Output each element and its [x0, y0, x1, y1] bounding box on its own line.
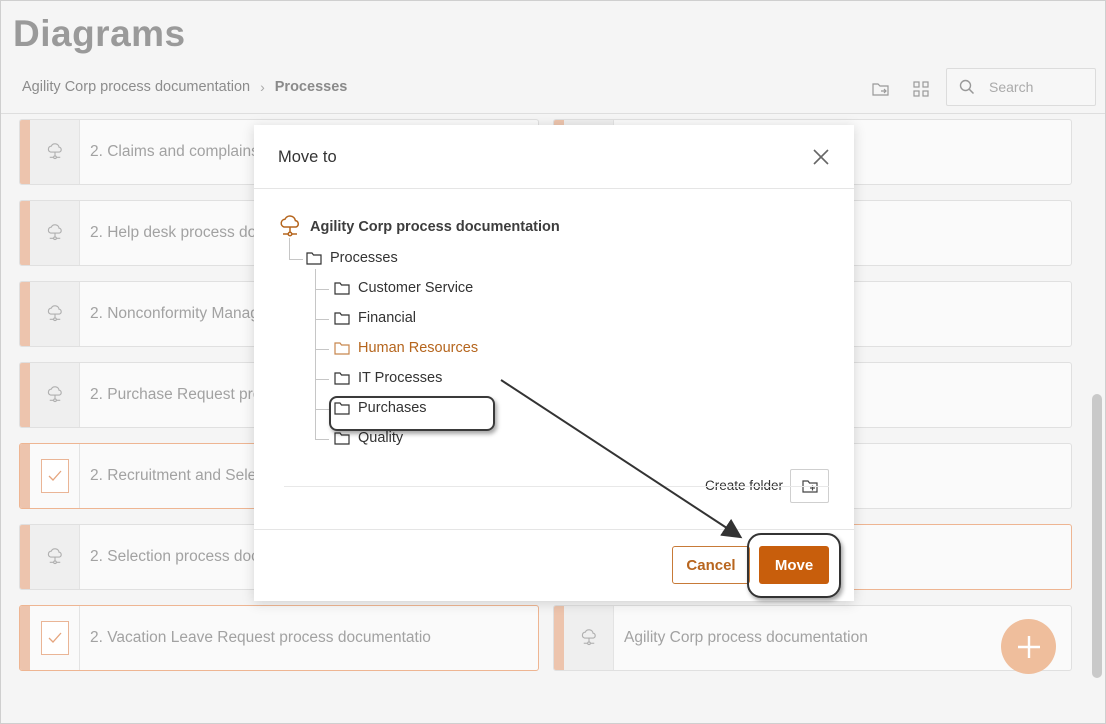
- move-to-dialog: Move to Agility Corp process documentati…: [254, 125, 854, 601]
- card-checkbox[interactable]: [40, 459, 69, 493]
- divider: [284, 486, 829, 487]
- cloud-network-icon: [47, 305, 62, 322]
- tree-connector: [315, 319, 329, 320]
- card-stripe: [20, 201, 30, 265]
- cancel-button[interactable]: Cancel: [672, 546, 750, 584]
- plus-icon: [1017, 635, 1040, 658]
- search-input[interactable]: [989, 79, 1079, 95]
- card-stripe: [20, 606, 30, 670]
- tree-folder-label: Customer Service: [358, 280, 474, 296]
- card-icon-box: [30, 363, 80, 427]
- check-icon: [48, 632, 61, 643]
- diagram-card-title: 2. Vacation Leave Request process docume…: [90, 629, 431, 646]
- tree-connector: [315, 289, 329, 290]
- close-button[interactable]: [811, 147, 831, 167]
- tree-folder-quality[interactable]: Quality: [334, 430, 403, 446]
- card-icon-box: [30, 444, 80, 508]
- folder-icon: [334, 282, 350, 295]
- dialog-header: Move to: [254, 125, 854, 189]
- card-stripe: [20, 525, 30, 589]
- grid-icon: [913, 81, 929, 97]
- breadcrumb: Agility Corp process documentation › Pro…: [22, 79, 347, 95]
- folder-move-icon: [872, 83, 889, 96]
- diagram-card[interactable]: Agility Corp process documentation: [553, 605, 1072, 671]
- card-stripe: [20, 120, 30, 184]
- breadcrumb-root[interactable]: Agility Corp process documentation: [22, 79, 250, 95]
- breadcrumb-current: Processes: [274, 79, 348, 95]
- tree-connector: [315, 349, 329, 350]
- tree-folder-financial[interactable]: Financial: [334, 310, 416, 326]
- tree-folder-processes[interactable]: Processes: [306, 250, 398, 266]
- folder-icon: [334, 372, 350, 385]
- tree-connector: [315, 409, 329, 410]
- card-icon-box: [30, 120, 80, 184]
- card-icon-box: [30, 282, 80, 346]
- folder-icon: [334, 312, 350, 325]
- card-icon-box: [564, 606, 614, 670]
- card-icon-box: [30, 201, 80, 265]
- chevron-right-icon: ›: [260, 79, 265, 95]
- diagram-card-title: Agility Corp process documentation: [624, 629, 868, 646]
- tree-connector: [289, 259, 303, 260]
- cloud-network-icon: [47, 224, 62, 241]
- diagram-card[interactable]: 2. Vacation Leave Request process docume…: [19, 605, 539, 671]
- add-diagram-button[interactable]: [1001, 619, 1056, 674]
- card-stripe: [20, 444, 30, 508]
- tree-root[interactable]: Agility Corp process documentation: [278, 215, 560, 239]
- tree-connector: [315, 439, 329, 440]
- folder-icon: [334, 432, 350, 445]
- card-stripe: [554, 606, 564, 670]
- tree-folder-label: Quality: [358, 430, 404, 446]
- search-box: [946, 68, 1096, 106]
- cloud-network-icon: [47, 548, 62, 565]
- cloud-network-icon: [280, 215, 299, 237]
- card-icon-box: [30, 606, 80, 670]
- tree-folder-label: Processes: [330, 250, 398, 266]
- cloud-network-icon: [581, 629, 596, 646]
- dialog-footer-divider: [254, 529, 854, 530]
- tree-folder-human-resources[interactable]: Human Resources: [334, 340, 478, 356]
- tree-folder-customer-service[interactable]: Customer Service: [334, 280, 473, 296]
- cloud-network-icon: [47, 143, 62, 160]
- close-icon: [813, 149, 829, 165]
- scrollbar[interactable]: [1089, 119, 1105, 681]
- folder-icon: [334, 342, 350, 355]
- check-icon: [48, 470, 61, 481]
- card-stripe: [20, 363, 30, 427]
- tree-folder-label: Financial: [358, 310, 417, 326]
- tree-folder-label: IT Processes: [358, 370, 443, 386]
- app-window: Diagrams Agility Corp process documentat…: [0, 0, 1106, 724]
- grid-view-button[interactable]: [910, 78, 932, 100]
- scrollbar-thumb[interactable]: [1092, 394, 1102, 678]
- cloud-network-icon: [47, 386, 62, 403]
- tree-folder-it-processes[interactable]: IT Processes: [334, 370, 442, 386]
- card-stripe: [20, 282, 30, 346]
- folder-icon: [306, 252, 322, 265]
- selected-folder-highlight: [329, 396, 495, 431]
- tree-connector: [289, 238, 290, 259]
- tree-root-label: Agility Corp process documentation: [310, 219, 560, 235]
- move-button[interactable]: Move: [759, 546, 829, 584]
- card-checkbox[interactable]: [40, 621, 69, 655]
- dialog-title: Move to: [278, 148, 337, 166]
- move-folder-button[interactable]: [870, 78, 892, 100]
- header-divider: [1, 113, 1105, 114]
- card-icon-box: [30, 525, 80, 589]
- page-title: Diagrams: [13, 13, 186, 54]
- search-icon: [959, 79, 975, 95]
- tree-connector: [315, 379, 329, 380]
- tree-folder-label: Human Resources: [358, 340, 479, 356]
- tree-connector: [315, 269, 316, 440]
